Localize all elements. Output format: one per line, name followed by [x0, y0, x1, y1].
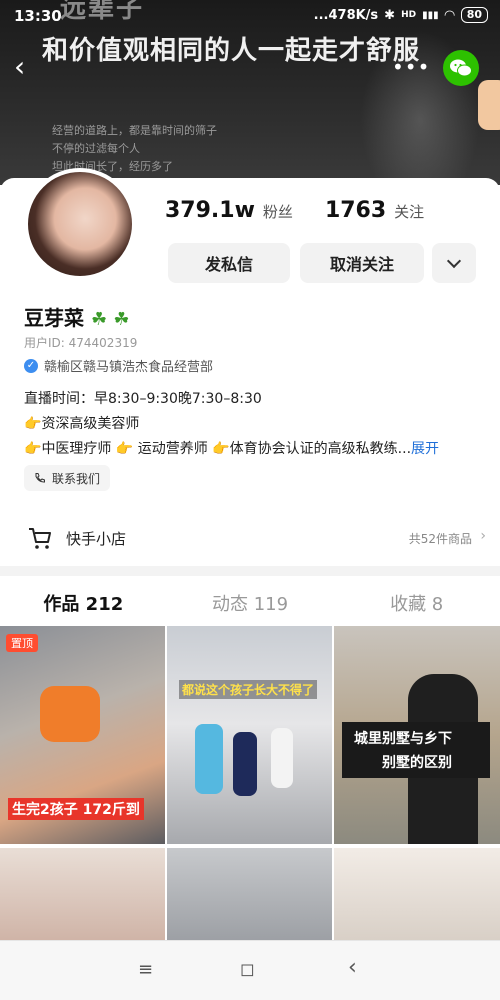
pointing-hand-icon: 👉: [212, 441, 230, 457]
profile-name: 豆芽菜: [24, 306, 84, 330]
status-bar: 13:30 ...478K/s ✱ HD ▮▮▮ ◜◝ 80: [0, 0, 500, 30]
clover-icon: ☘ ☘: [90, 309, 130, 330]
status-time: 13:30: [14, 7, 62, 25]
verification-text: 赣榆区赣马镇浩杰食品经营部: [44, 360, 214, 375]
post-tile[interactable]: 城里别墅与乡下 别墅的区别: [334, 626, 500, 844]
post-figure: [195, 724, 223, 794]
profile-stats: 379.1w 粉丝 1763 关注: [165, 198, 448, 223]
more-dots-icon: •••: [392, 55, 431, 79]
post-tile[interactable]: 置顶 生完2孩子 172斤到: [0, 626, 165, 844]
post-caption-line-1: 城里别墅与乡下: [354, 731, 452, 747]
back-button[interactable]: ‹: [14, 52, 44, 82]
battery-icon: 80: [460, 7, 488, 23]
post-tile[interactable]: [334, 848, 500, 942]
network-speed: ...478K/s: [313, 7, 379, 23]
shop-row[interactable]: 快手小店 共52件商品 ›: [0, 518, 500, 558]
shop-count: 共52件商品: [408, 532, 472, 546]
post-tile[interactable]: [0, 848, 165, 942]
phone-icon: [35, 473, 45, 483]
decorative-sticker: [478, 80, 500, 130]
system-nav-bar: ≡ ◻ ‹: [0, 940, 500, 1000]
post-caption: 都说这个孩子长大不得了: [179, 680, 318, 699]
avatar[interactable]: [24, 168, 136, 280]
post-caption: 生完2孩子 172斤到: [8, 798, 144, 820]
bio-beautician: 资深高级美容师: [41, 416, 140, 432]
chevron-down-icon: [446, 253, 462, 268]
pointing-hand-icon: 👉: [24, 441, 42, 457]
contact-label: 联系我们: [52, 471, 101, 486]
signal-icon: ▮▮▮: [422, 9, 439, 21]
post-figure: [233, 732, 257, 796]
bio-expand-link[interactable]: 展开: [411, 441, 439, 457]
bio-nutrition: 运动营养师: [137, 441, 208, 457]
hd-icon: HD: [401, 10, 417, 20]
post-figure: [40, 686, 100, 742]
unfollow-button[interactable]: 取消关注: [300, 243, 424, 283]
wechat-icon: [450, 59, 472, 77]
caption-box: 城里别墅与乡下 别墅的区别: [342, 722, 490, 778]
pointing-hand-icon: 👉: [24, 416, 42, 432]
tab-moments[interactable]: 动态 119: [167, 576, 334, 624]
pinned-badge: 置顶: [6, 634, 38, 652]
home-icon[interactable]: ◻: [240, 959, 255, 980]
banner-line-1: 经营的道路上，都是靠时间的筛子: [52, 124, 217, 137]
wifi-icon: ◜◝: [444, 7, 455, 23]
pointing-hand-icon: 👉: [115, 441, 134, 457]
bio-line-3: 👉中医理疗师 👉 运动营养师 👉体育协会认证的高级私教练...展开: [24, 438, 439, 458]
post-tile[interactable]: [167, 848, 332, 942]
post-tile[interactable]: 都说这个孩子长大不得了: [167, 626, 332, 844]
menu-icon[interactable]: ≡: [138, 959, 153, 980]
post-caption-line-2: 别墅的区别: [382, 755, 452, 771]
following-count[interactable]: 1763: [325, 198, 386, 223]
bio-tcm: 中医理疗师: [41, 441, 112, 457]
verified-check-icon: ✓: [24, 358, 38, 373]
followers-label: 粉丝: [262, 203, 293, 221]
bio-live-time: 直播时间：早8:30–9:30晚7:30–8:30: [24, 391, 262, 407]
chevron-right-icon: ›: [480, 528, 486, 544]
section-divider: [0, 566, 500, 576]
back-arrow-icon: ‹: [14, 50, 26, 83]
expand-profile-button[interactable]: [432, 243, 476, 283]
wechat-share-button[interactable]: [443, 50, 479, 86]
post-figure: [271, 728, 293, 788]
back-nav-icon[interactable]: ‹: [348, 955, 357, 980]
bio-trainer: 体育协会认证的高级私教练...: [229, 441, 412, 457]
contact-us-button[interactable]: 联系我们: [24, 465, 111, 491]
tab-works[interactable]: 作品 212: [0, 576, 167, 624]
banner-headline: 和价值观相同的人一起走才舒服: [42, 36, 421, 66]
profile-name-row: 豆芽菜 ☘ ☘: [24, 302, 130, 331]
bio-line-2: 👉资深高级美容师: [24, 413, 139, 433]
tab-favorites[interactable]: 收藏 8: [333, 576, 500, 624]
user-id: 用户ID: 474402319: [24, 336, 138, 350]
bluetooth-icon: ✱: [384, 7, 396, 23]
banner-line-2: 不停的过滤每个人: [52, 142, 140, 155]
more-options-button[interactable]: •••: [392, 55, 430, 79]
verification-row: ✓ 赣榆区赣马镇浩杰食品经营部: [24, 356, 213, 375]
content-tabs: 作品 212 动态 119 收藏 8: [0, 576, 500, 624]
shop-label: 快手小店: [66, 530, 127, 548]
followers-count[interactable]: 379.1w: [165, 198, 255, 223]
status-indicators: ...478K/s ✱ HD ▮▮▮ ◜◝ 80: [314, 7, 488, 23]
cart-icon: [29, 528, 51, 549]
following-label: 关注: [394, 203, 425, 221]
send-message-button[interactable]: 发私信: [168, 243, 290, 283]
